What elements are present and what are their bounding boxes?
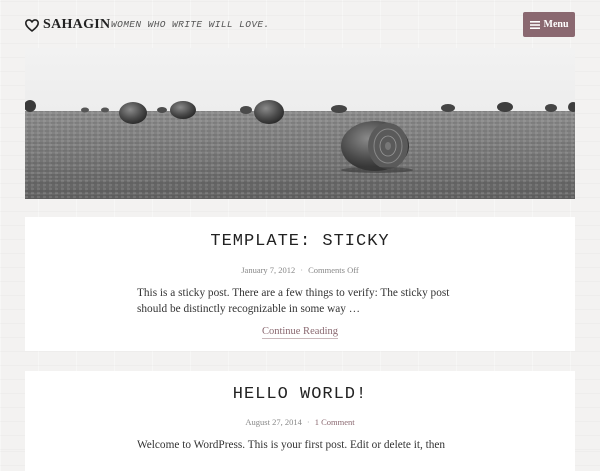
site-tagline: WOMEN WHO WRITE WILL LOVE. (111, 19, 270, 30)
hamburger-icon (529, 20, 540, 29)
post-comments: Comments Off (308, 265, 359, 275)
meta-separator: · (300, 265, 304, 275)
post-title[interactable]: TEMPLATE: STICKY (25, 232, 575, 251)
heart-icon (25, 18, 39, 32)
post-excerpt: Welcome to WordPress. This is your first… (137, 439, 446, 451)
post-card: TEMPLATE: STICKY January 7, 2012 · Comment… (25, 217, 575, 351)
post-meta: January 7, 2012 · Comments Off (25, 265, 575, 275)
site-title[interactable]: SAHAGIN (43, 17, 110, 33)
post-card: HELLO WORLD! August 27, 2014 · 1 Comment W… (25, 371, 575, 471)
post-meta: August 27, 2014 · 1 Comment (25, 417, 575, 427)
post-title[interactable]: HELLO WORLD! (25, 385, 575, 404)
site-header: SAHAGIN WOMEN WHO WRITE WILL LOVE. Menu (0, 0, 600, 48)
continue-reading-link[interactable]: Continue Reading (261, 326, 339, 339)
continue-reading: Continue Reading (25, 326, 575, 339)
post-date[interactable]: August 27, 2014 (245, 417, 301, 427)
menu-button-label: Menu (543, 19, 569, 30)
post-excerpt: This is a sticky post. There are a few t… (137, 287, 450, 315)
site-branding[interactable]: SAHAGIN (25, 16, 110, 34)
meta-separator: · (306, 417, 310, 427)
post-date[interactable]: January 7, 2012 (241, 265, 295, 275)
header-image (25, 48, 575, 199)
post-comments-link[interactable]: 1 Comment (315, 417, 355, 427)
menu-button[interactable]: Menu (523, 12, 575, 37)
